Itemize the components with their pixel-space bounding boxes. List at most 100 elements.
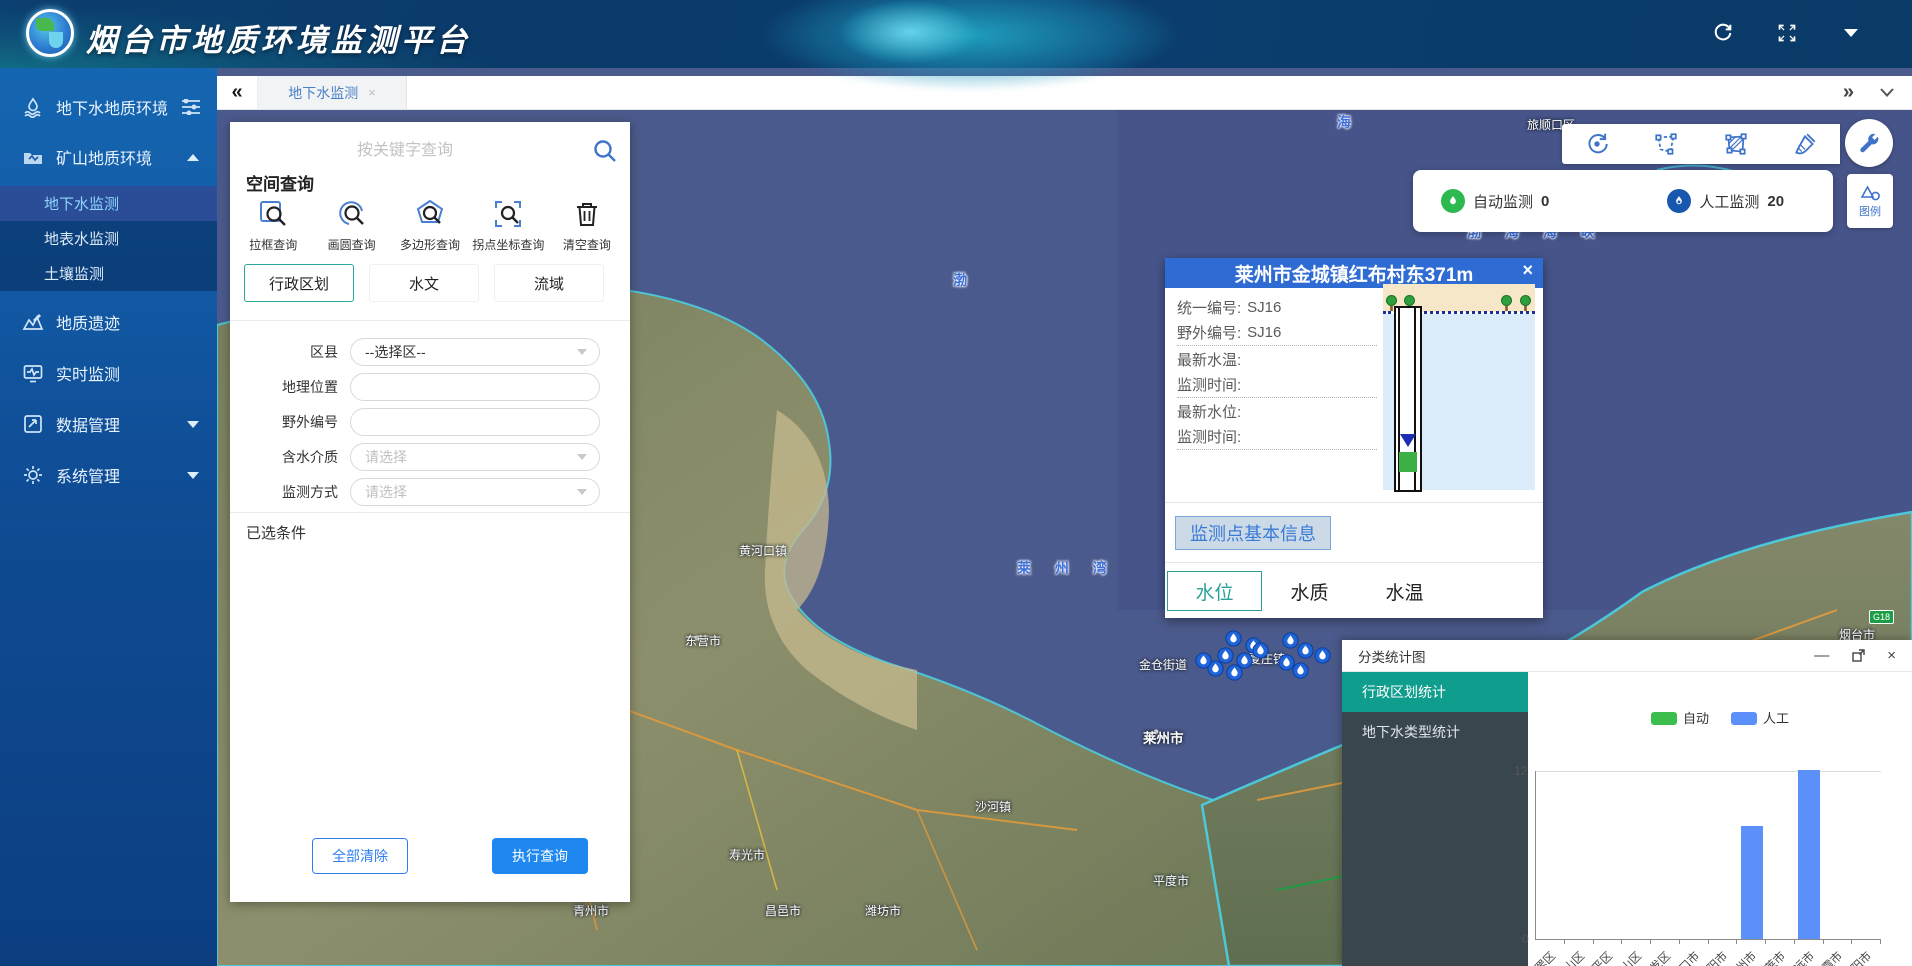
gridline xyxy=(1536,771,1881,772)
polygon-fill-icon[interactable] xyxy=(1722,130,1750,158)
x-axis-tick xyxy=(1564,939,1565,944)
auto-monitoring-stat[interactable]: 自动监测 0 xyxy=(1441,189,1549,213)
station-marker-icon[interactable] xyxy=(1252,642,1269,659)
legend-manual[interactable]: 人工 xyxy=(1731,708,1789,727)
monitoring-method-select[interactable]: 请选择 xyxy=(350,478,600,506)
query-tools: 拉框查询 画圆查询 多边形查询 xyxy=(234,198,626,253)
station-marker-icon[interactable] xyxy=(1297,642,1314,659)
station-marker-icon[interactable] xyxy=(1195,652,1212,669)
sidebar-item-label: 矿山地质环境 xyxy=(56,145,152,169)
tab-groundwater-type-stats[interactable]: 地下水类型统计 xyxy=(1342,712,1528,752)
tab-water-temperature[interactable]: 水温 xyxy=(1357,571,1452,611)
field-label-aquifer-medium: 含水介质 xyxy=(230,447,350,467)
clear-brush-icon[interactable] xyxy=(1791,130,1819,158)
field-label: 最新水位: xyxy=(1177,401,1241,422)
tool-rect-query[interactable]: 拉框查询 xyxy=(234,198,312,253)
tabs-expand-button[interactable]: » xyxy=(1843,81,1854,104)
sidebar-subitem-surfacewater-monitoring[interactable]: 地表水监测 xyxy=(0,221,217,256)
realtime-icon xyxy=(22,362,44,384)
keyword-search-input[interactable] xyxy=(230,132,580,170)
tab-label: 地下水监测 xyxy=(288,83,358,103)
sidebar-item-label: 地质遗迹 xyxy=(56,310,120,334)
chevron-down-icon xyxy=(187,421,199,428)
tool-polygon-query[interactable]: 多边形查询 xyxy=(391,198,469,253)
tabs-dropdown-icon[interactable] xyxy=(1880,88,1894,97)
sidebar-item-data-management[interactable]: 数据管理 xyxy=(0,403,217,445)
aquifer-medium-select[interactable]: 请选择 xyxy=(350,443,600,471)
maximize-icon[interactable] xyxy=(1851,649,1865,663)
legend-auto[interactable]: 自动 xyxy=(1651,708,1709,727)
tree-icon xyxy=(1519,295,1532,312)
district-select[interactable]: --选择区-- xyxy=(350,338,600,366)
field-number-input[interactable] xyxy=(365,414,585,430)
manual-monitoring-stat[interactable]: 人工监测 20 xyxy=(1667,189,1784,213)
location-input[interactable] xyxy=(365,379,585,395)
popup-title: 莱州市金城镇红布村东371m xyxy=(1235,260,1474,287)
tab-water-quality[interactable]: 水质 xyxy=(1262,571,1357,611)
tool-label: 多边形查询 xyxy=(400,236,460,253)
tool-coordinate-query[interactable]: 拐点坐标查询 xyxy=(469,198,547,253)
select-placeholder: 请选择 xyxy=(365,482,407,502)
minimize-icon[interactable]: — xyxy=(1814,648,1829,663)
x-axis-tick xyxy=(1823,939,1824,944)
field-label: 监测时间: xyxy=(1177,374,1241,395)
polygon-select-icon[interactable] xyxy=(1652,130,1680,158)
sidebar-item-geological-relics[interactable]: 地质遗迹 xyxy=(0,301,217,343)
field-number-input-wrap xyxy=(350,408,600,436)
location-input-wrap xyxy=(350,373,600,401)
user-menu-caret-icon[interactable] xyxy=(1838,20,1864,46)
tab-basin[interactable]: 流域 xyxy=(494,264,604,302)
tab-groundwater-monitoring[interactable]: 地下水监测 × xyxy=(257,76,407,109)
station-marker-icon[interactable] xyxy=(1225,630,1242,647)
spatial-query-title: 空间查询 xyxy=(246,170,314,195)
sidebar-item-mine-env[interactable]: 矿山地质环境 xyxy=(0,136,217,178)
field-value: SJ16 xyxy=(1247,324,1281,341)
water-level-marker xyxy=(1400,434,1416,447)
tab-label: 水文 xyxy=(409,273,439,294)
x-axis-label: 芝罘区 xyxy=(1523,948,1559,966)
x-axis-tick xyxy=(1679,939,1680,944)
execute-query-button[interactable]: 执行查询 xyxy=(492,838,588,874)
rect-query-icon xyxy=(257,198,289,230)
auto-monitoring-count: 0 xyxy=(1541,193,1549,210)
sidebar-subitem-soil-monitoring[interactable]: 土壤监测 xyxy=(0,256,217,291)
reset-view-icon[interactable] xyxy=(1583,130,1611,158)
y-axis-tick-min: 0 xyxy=(1522,932,1529,946)
menu-collapse-icon[interactable] xyxy=(181,99,201,115)
close-icon[interactable]: × xyxy=(1887,648,1896,663)
bar-招远市 xyxy=(1798,770,1820,939)
trash-icon xyxy=(571,198,603,230)
sidebar-item-label: 数据管理 xyxy=(56,412,120,436)
tab-hydrology[interactable]: 水文 xyxy=(369,264,479,302)
coordinate-query-icon xyxy=(492,198,524,230)
relic-icon xyxy=(22,311,44,333)
station-marker-icon[interactable] xyxy=(1226,664,1243,681)
sidebar-item-system-management[interactable]: 系统管理 xyxy=(0,454,217,496)
station-info-button[interactable]: 监测点基本信息 xyxy=(1175,516,1331,550)
tab-close-icon[interactable]: × xyxy=(368,85,376,100)
refresh-icon[interactable] xyxy=(1710,20,1736,46)
station-marker-icon[interactable] xyxy=(1292,662,1309,679)
field-label-field-number: 野外编号 xyxy=(230,412,350,432)
tab-water-level[interactable]: 水位 xyxy=(1167,571,1262,611)
clear-all-button[interactable]: 全部清除 xyxy=(312,838,408,874)
map-settings-button[interactable] xyxy=(1845,119,1893,167)
tool-circle-query[interactable]: 画圆查询 xyxy=(312,198,390,253)
map-legend-button[interactable]: 图例 xyxy=(1847,174,1893,228)
x-axis-tick xyxy=(1736,939,1737,944)
tabs-collapse-button[interactable]: « xyxy=(217,76,257,109)
sidebar-item-realtime-monitoring[interactable]: 实时监测 xyxy=(0,352,217,394)
tab-admin-division[interactable]: 行政区划 xyxy=(244,264,354,302)
popup-close-icon[interactable]: × xyxy=(1522,260,1533,281)
tool-label: 拉框查询 xyxy=(249,236,297,253)
sidebar-item-groundwater-env[interactable]: 地下水地质环境 xyxy=(0,86,217,128)
fullscreen-icon[interactable] xyxy=(1774,20,1800,46)
sidebar-submenu: 地下水监测 地表水监测 土壤监测 xyxy=(0,186,217,291)
tab-admin-division-stats[interactable]: 行政区划统计 xyxy=(1342,672,1528,712)
subitem-label: 地表水监测 xyxy=(44,228,119,249)
search-icon[interactable] xyxy=(580,138,630,164)
sidebar-subitem-groundwater-monitoring[interactable]: 地下水监测 xyxy=(0,186,217,221)
popup-fields: 统一编号:SJ16 野外编号:SJ16 最新水温: 监测时间: 最新水位: 监测… xyxy=(1177,294,1377,450)
station-marker-icon[interactable] xyxy=(1314,647,1331,664)
tool-clear-query[interactable]: 清空查询 xyxy=(548,198,626,253)
